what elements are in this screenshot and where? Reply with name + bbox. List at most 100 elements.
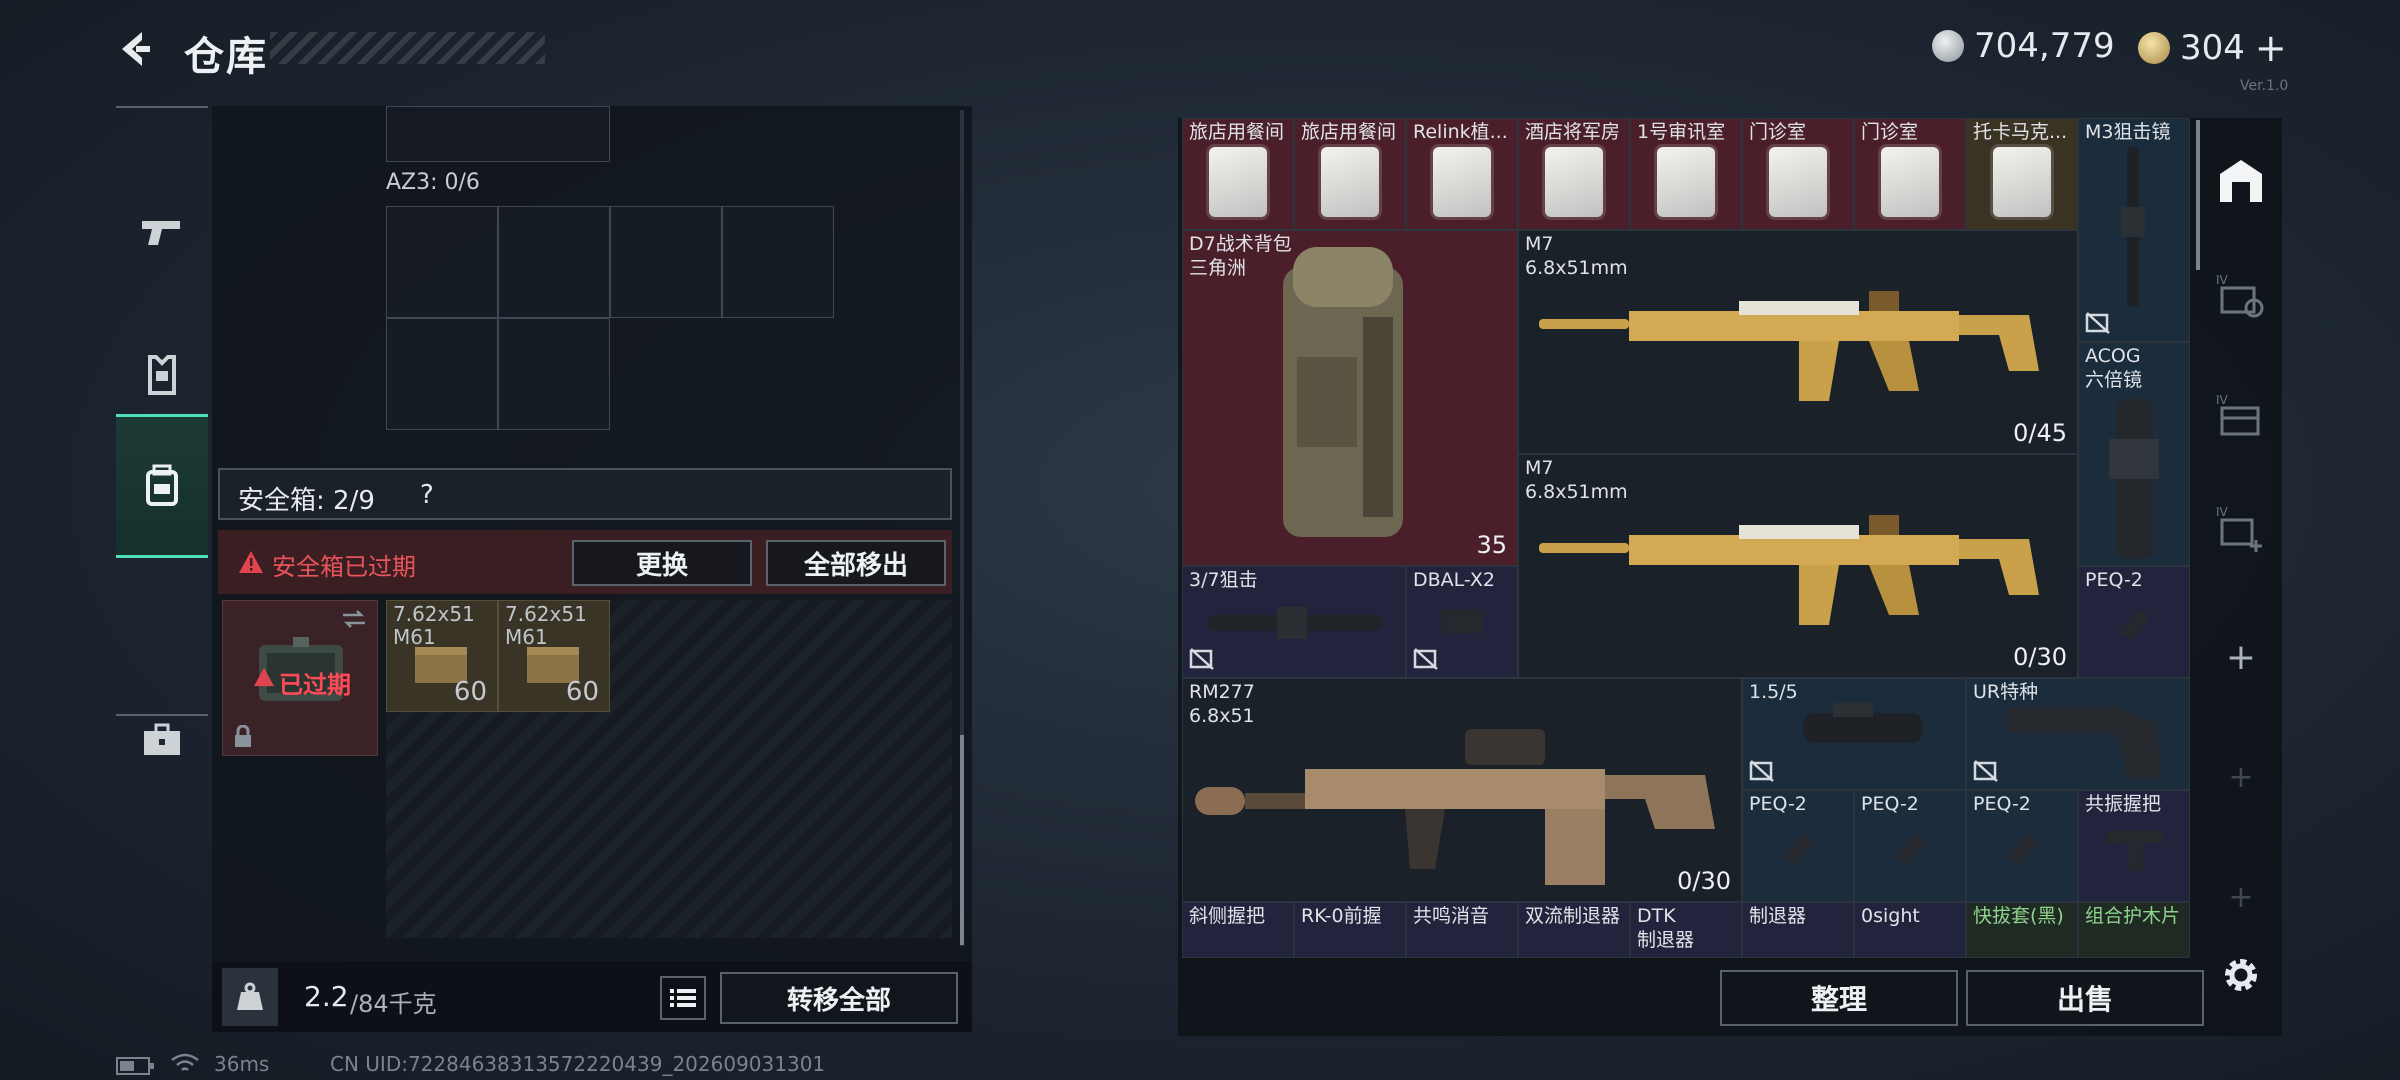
ping-text: 36ms [214,1052,270,1076]
ammo-item[interactable]: 7.62x51 M61 60 [498,600,610,712]
ammo-count: 0/45 [2013,419,2067,447]
add-gold-button[interactable]: + [2255,26,2287,70]
scope-37-item[interactable]: 3/7狙击 [1182,566,1406,678]
toolbox-icon [144,723,180,755]
attachment-item[interactable]: 斜侧握把 [1182,902,1294,958]
svg-text:IV: IV [2216,273,2229,287]
organize-button[interactable]: 整理 [1720,970,1958,1026]
az3-slot[interactable] [722,206,834,318]
m7-rifle-item[interactable]: M7 6.8x51mm 0/30 [1518,454,2078,678]
nav-backpack[interactable] [116,414,208,558]
attachment-item[interactable]: 快拔套(黑) [1966,902,2078,958]
m7-rifle-item[interactable]: M7 6.8x51mm 0/45 [1518,230,2078,454]
grid-slot[interactable] [386,106,610,162]
ammo-count: 60 [453,677,487,707]
list-view-button[interactable] [660,976,706,1020]
silver-amount: 704,779 [1974,26,2115,66]
storage-box-icon: IV [2216,393,2260,436]
scope-15-item[interactable]: 1.5/5 [1742,678,1966,790]
key-card-item[interactable]: 旅店用餐间 [1294,118,1406,230]
az3-slot[interactable] [498,318,610,430]
replace-button[interactable]: 更换 [572,540,752,586]
weight-icon [237,982,263,1010]
safebox-help-icon[interactable]: ? [420,480,434,510]
swap-icon[interactable] [341,609,367,629]
backpack-item[interactable]: D7战术背包 三角洲 35 [1182,230,1518,566]
transfer-all-button[interactable]: 转移全部 [720,972,958,1024]
peq-laser-icon [1895,833,1927,865]
scope-icon [2121,147,2145,307]
ammo-item[interactable]: 7.62x51 M61 60 [386,600,498,712]
storage-add-icon: IV [2216,505,2262,552]
peq-item[interactable]: PEQ-2 [1854,790,1966,902]
peq-item[interactable]: PEQ-2 [2078,566,2190,678]
sell-button[interactable]: 出售 [1966,970,2204,1026]
storage-camera-icon: IV [2216,273,2264,318]
storage-tab-4[interactable]: IV [2214,502,2268,556]
dbal-item[interactable]: DBAL-X2 [1406,566,1518,678]
m3-scope-item[interactable]: M3狙击镜 [2078,118,2190,342]
storage-tab-2[interactable]: IV [2214,268,2268,322]
weight-max: /84千克 [350,990,437,1018]
rm277-rifle-item[interactable]: RM277 6.8x51 0/30 [1182,678,1742,902]
remove-all-button[interactable]: 全部移出 [766,540,946,586]
attachment-item[interactable]: 0sight [1854,902,1966,958]
svg-text:IV: IV [2216,505,2229,519]
key-card-item[interactable]: 旅店用餐间 [1182,118,1294,230]
attachment-item[interactable]: DTK 制退器 [1630,902,1742,958]
gold-amount: 304 [2180,28,2245,68]
storage-tab-3[interactable]: IV [2214,388,2268,442]
az3-slot[interactable] [610,206,722,318]
peq-item[interactable]: PEQ-2 [1966,790,2078,902]
peq-laser-icon [2007,833,2039,865]
grip-item[interactable]: 共振握把 [2078,790,2190,902]
stock-icon [2007,707,2161,779]
category-nav [116,106,208,755]
ammo-count: 60 [565,677,599,707]
key-card-item[interactable]: 1号审讯室 [1630,118,1742,230]
page-title: 仓库 [184,34,268,80]
ammo-name: 7.62x51 [393,602,475,626]
az3-slot[interactable] [386,318,498,430]
left-scroll-thumb[interactable] [960,735,964,945]
key-card-item[interactable]: 门诊室 [1742,118,1854,230]
warning-icon [239,551,263,573]
attachment-item[interactable]: 共鸣消音 [1406,902,1518,958]
expired-warning-text: 安全箱已过期 [272,553,416,581]
az3-slot[interactable] [498,206,610,318]
title-decoration [270,32,545,64]
attachment-item[interactable]: RK-0前握 [1294,902,1406,958]
acog-scope-item[interactable]: ACOG 六倍镜 [2078,342,2190,566]
unlinked-icon [1413,648,1438,670]
peq-laser-icon [1783,833,1815,865]
battery-icon [116,1057,154,1075]
backpack-capacity: 35 [1476,531,1507,559]
key-card-item[interactable]: Relink植... [1406,118,1518,230]
warehouse-tab[interactable] [2214,154,2268,208]
ammo-name: 7.62x51 [505,602,587,626]
nav-weapons[interactable] [116,164,208,302]
key-card-item[interactable]: 门诊室 [1854,118,1966,230]
list-icon [670,989,696,1007]
az3-slot[interactable] [386,206,498,318]
safebox-item[interactable]: 已过期 [222,600,378,756]
gold-currency[interactable]: 304 + [2138,26,2287,70]
safebox-label: 安全箱: 2/9 [238,486,375,516]
ur-stock-item[interactable]: UR特种 [1966,678,2190,790]
key-card-item[interactable]: 酒店将军房 [1518,118,1630,230]
key-card-item[interactable]: 托卡马克... [1966,118,2078,230]
add-storage-icon[interactable]: + [2214,750,2268,804]
back-arrow-icon[interactable] [112,26,158,72]
ammo-count: 0/30 [1677,867,1731,895]
uid-text: CN UID:72284638313572220439_202609031301 [330,1052,826,1076]
attachment-item[interactable]: 双流制退器 [1518,902,1630,958]
add-storage-icon[interactable]: + [2214,870,2268,924]
attachment-item[interactable]: 组合护木片 [2078,902,2190,958]
settings-button[interactable] [2214,948,2268,1002]
add-storage-icon[interactable]: + [2214,630,2268,684]
ammo-count: 0/30 [2013,643,2067,671]
peq-item[interactable]: PEQ-2 [1742,790,1854,902]
nav-toolbox[interactable] [116,670,208,810]
warehouse-icon [2220,160,2262,202]
attachment-item[interactable]: 制退器 [1742,902,1854,958]
